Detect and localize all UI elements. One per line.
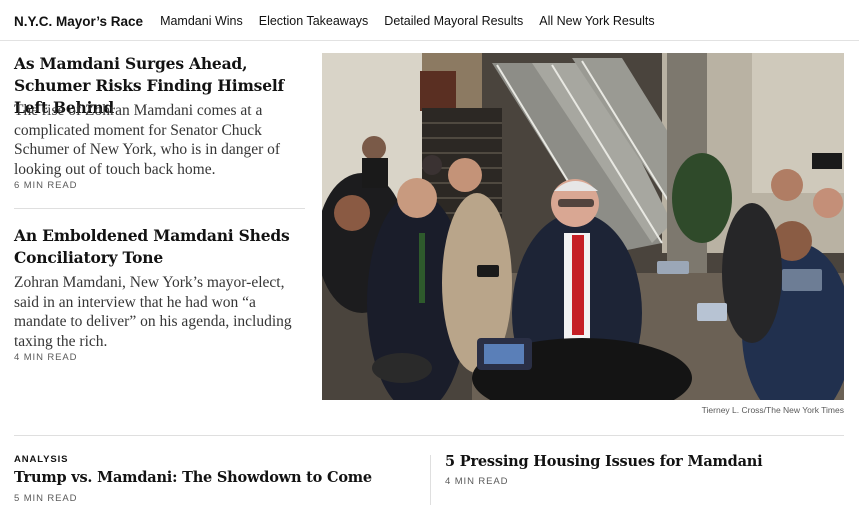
section-title-link[interactable]: N.Y.C. Mayor’s Race [14, 14, 143, 29]
story-read-time-emboldened: 4 MIN READ [14, 352, 78, 363]
lead-photo[interactable] [322, 53, 844, 400]
nav-link-election-takeaways[interactable]: Election Takeaways [259, 14, 369, 28]
story-read-time-housing: 4 MIN READ [445, 476, 509, 487]
story-headline-emboldened[interactable]: An Emboldened Mamdani Sheds Conciliatory… [14, 225, 306, 269]
nav-link-detailed-mayoral-results[interactable]: Detailed Mayoral Results [384, 14, 523, 28]
column-divider [430, 455, 431, 505]
nav-link-mamdani-wins[interactable]: Mamdani Wins [160, 14, 243, 28]
story-read-time-showdown: 5 MIN READ [14, 493, 78, 504]
nav-divider [0, 40, 859, 41]
nav-link-all-new-york-results[interactable]: All New York Results [539, 14, 654, 28]
story-headline-housing[interactable]: 5 Pressing Housing Issues for Mamdani [445, 452, 763, 472]
story-headline-showdown[interactable]: Trump vs. Mamdani: The Showdown to Come [14, 468, 372, 488]
photo-credit: Tierney L. Cross/The New York Times [701, 405, 844, 415]
press-gaggle-image [322, 53, 844, 400]
story-read-time-schumer: 6 MIN READ [14, 180, 78, 191]
section-divider [14, 435, 844, 436]
story-divider [14, 208, 305, 209]
story-summary-emboldened[interactable]: Zohran Mamdani, New York’s mayor-elect, … [14, 273, 306, 351]
story-summary-schumer[interactable]: The rise of Zohran Mamdani comes at a co… [14, 101, 306, 179]
section-nav: N.Y.C. Mayor’s Race Mamdani Wins Electio… [14, 11, 671, 31]
story-kicker-analysis: ANALYSIS [14, 454, 69, 465]
